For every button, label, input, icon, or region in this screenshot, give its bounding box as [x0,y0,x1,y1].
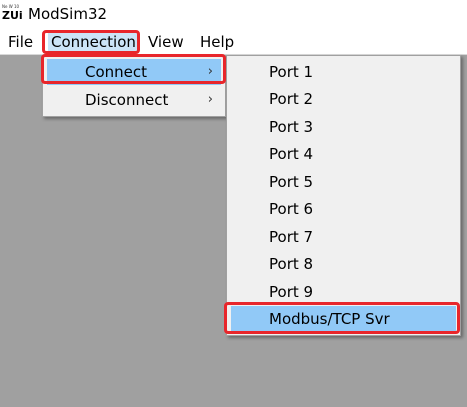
menu-item-port-6[interactable]: Port 6 [231,196,456,222]
menu-help[interactable]: Help [200,32,234,52]
menu-item-label: Port 8 [269,255,314,273]
title-bar: Ne W 10 ZUi ModSim32 [0,0,467,30]
menu-item-connect[interactable]: Connect › [47,59,221,85]
menu-bar: File Connection View Help [0,30,467,55]
menu-item-port-1[interactable]: Port 1 [231,59,456,85]
chevron-right-icon: › [207,92,213,107]
window-title: ModSim32 [28,5,108,23]
menu-item-label: Port 3 [269,118,314,136]
menu-item-connect-label: Connect [85,63,148,81]
menu-item-label: Port 2 [269,90,314,108]
menu-item-label: Modbus/TCP Svr [269,310,390,328]
menu-item-disconnect-label: Disconnect [85,91,169,109]
menu-item-label: Port 1 [269,63,314,81]
menu-item-modbus-tcp-svr[interactable]: Modbus/TCP Svr [231,306,456,332]
menu-item-port-8[interactable]: Port 8 [231,251,456,277]
menu-file[interactable]: File [8,32,33,52]
chevron-right-icon: › [207,64,213,79]
menu-item-label: Port 6 [269,200,314,218]
connect-submenu: Port 1 Port 2 Port 3 Port 4 Port 5 Port … [226,55,461,336]
menu-item-port-2[interactable]: Port 2 [231,86,456,112]
menu-item-label: Port 7 [269,228,314,246]
menu-item-port-7[interactable]: Port 7 [231,224,456,250]
menu-item-port-3[interactable]: Port 3 [231,114,456,140]
menu-item-label: Port 9 [269,283,314,301]
app-icon-big-text: ZUi [2,9,23,22]
modsim-app-icon: Ne W 10 ZUi [2,4,24,26]
menu-item-port-4[interactable]: Port 4 [231,141,456,167]
menu-item-label: Port 4 [269,145,314,163]
menu-item-label: Port 5 [269,173,314,191]
menu-connection[interactable]: Connection [48,32,139,52]
menu-item-port-9[interactable]: Port 9 [231,279,456,305]
menu-view[interactable]: View [148,32,184,52]
menu-item-disconnect[interactable]: Disconnect › [47,87,221,113]
connection-dropdown: Connect › Disconnect › [42,55,226,117]
menu-item-port-5[interactable]: Port 5 [231,169,456,195]
